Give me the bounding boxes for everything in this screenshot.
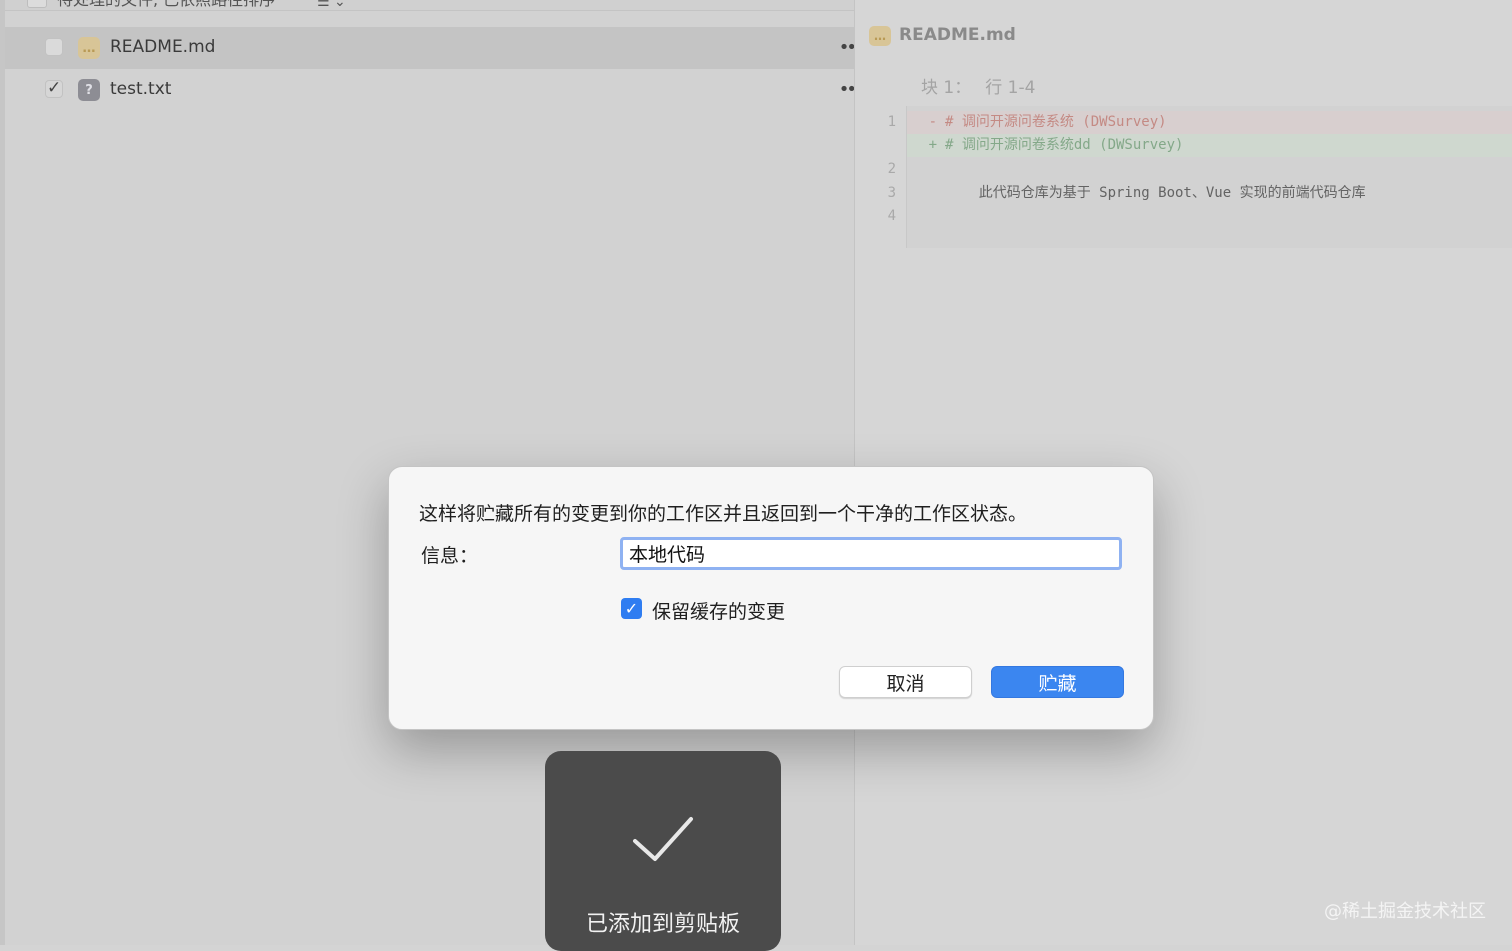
checkmark-icon [633,817,693,861]
line-number: 3 [887,185,896,201]
dialog-message: 这样将贮藏所有的变更到你的工作区并且返回到一个干净的工作区状态。 [419,503,1028,525]
info-label: 信息： [421,545,479,567]
modified-file-icon: … [78,37,100,59]
diff-body: 1 2 3 4 - # 调问开源问卷系统 (DWSurvey) + # 调问开源问卷… [855,106,1512,248]
hunk-range: 行 1-4 [985,78,1036,98]
pane-edge [0,0,5,945]
line-number-gutter: 1 2 3 4 [855,106,907,248]
file-row-test[interactable]: ✓ ? test.txt •• [5,69,857,111]
context-line: 此代码仓库为基于 Spring Boot、Vue 实现的前端代码仓库 [945,185,1366,201]
checkmark-icon: ✓ [47,78,62,98]
stash-message-input[interactable] [620,537,1122,570]
untracked-file-icon: ? [78,79,100,101]
line-number: 1 [887,114,896,130]
line-number: 4 [887,208,896,224]
file-name: README.md [110,37,216,57]
select-all-checkbox[interactable] [27,0,47,8]
cancel-button[interactable]: 取消 [839,666,972,698]
file-list-header-text: 待处理的文件, 已依照路径排序 [57,0,275,10]
added-line: + # 调问开源问卷系统dd (DWSurvey) [907,134,1512,157]
deleted-line: - # 调问开源问卷系统 (DWSurvey) [907,111,1512,134]
context-line [907,158,1512,181]
line-number: 2 [887,161,896,177]
toast-text: 已添加到剪贴板 [585,912,740,937]
stash-dialog: 这样将贮藏所有的变更到你的工作区并且返回到一个干净的工作区状态。 信息： ✓ 保… [388,466,1154,730]
context-line [907,205,1512,228]
file-list-header: 待处理的文件, 已依照路径排序 ☰ ⌄ [5,0,854,11]
hunk-header: 块 1： 行 1-4 [921,73,1035,98]
more-options-icon[interactable]: •• [839,79,857,100]
keep-staged-checkbox[interactable]: ✓ [621,598,642,619]
modified-file-icon: … [869,26,891,46]
diff-file-title: README.md [899,25,1016,45]
file-row-readme[interactable]: … README.md •• [5,27,857,69]
hunk-label: 块 1： [921,78,972,98]
sort-menu-icon[interactable]: ☰ ⌄ [317,0,346,10]
keep-staged-label[interactable]: 保留缓存的变更 [652,597,785,624]
checkmark-icon: ✓ [624,599,639,618]
clipboard-toast: 已添加到剪贴板 [545,751,781,951]
watermark: @稀土掘金技术社区 [1324,901,1486,922]
file-checkbox[interactable] [45,38,63,56]
file-checkbox[interactable]: ✓ [45,78,63,98]
more-options-icon[interactable]: •• [839,37,857,58]
file-name: test.txt [110,79,172,99]
stash-button[interactable]: 贮藏 [991,666,1124,698]
